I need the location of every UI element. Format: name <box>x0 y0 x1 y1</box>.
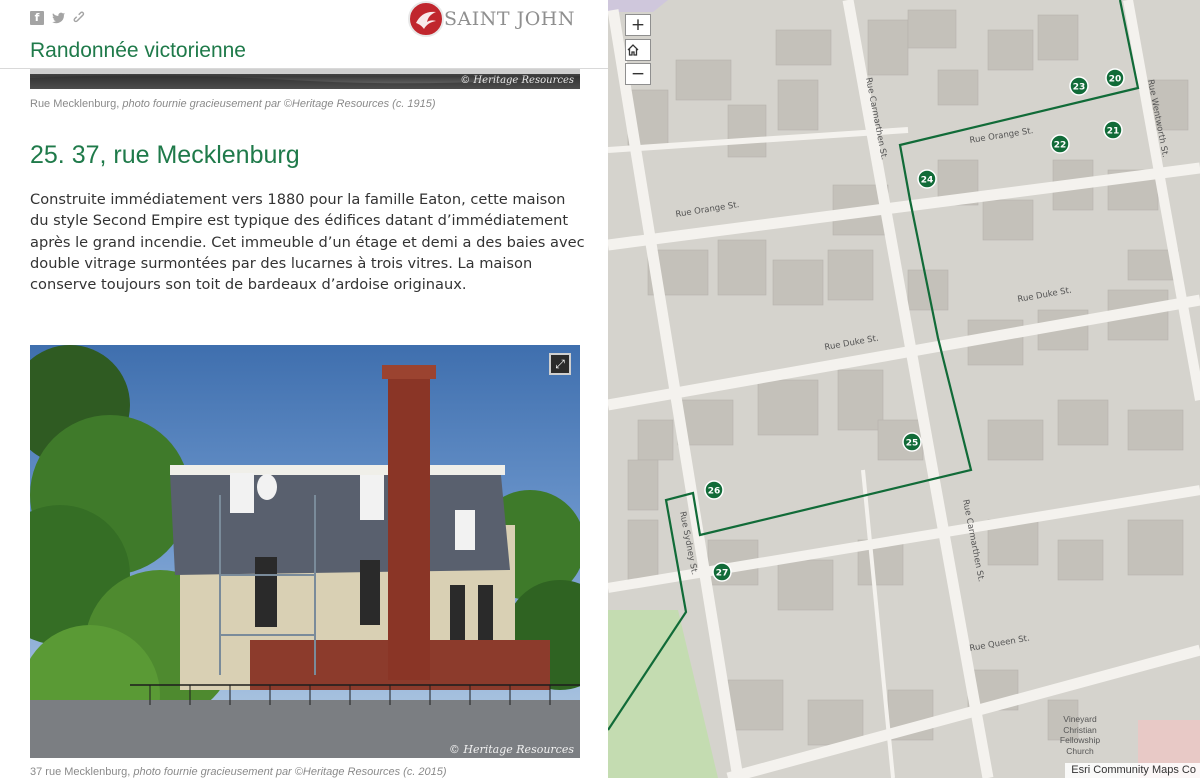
logo-text: SAINT JOHN <box>444 8 575 30</box>
saint-john-logo[interactable]: SAINT JOHN <box>406 0 591 38</box>
svg-text:24: 24 <box>921 176 934 186</box>
stop-marker-21[interactable]: 21 <box>1103 120 1123 140</box>
svg-text:25: 25 <box>906 439 919 449</box>
logo-badge-icon <box>408 1 444 37</box>
photo-credit: © Heritage Resources <box>448 743 574 756</box>
story-panel: f SAINT JOHN Randonnée victorienne © Her… <box>0 0 608 778</box>
house-photo[interactable]: © Heritage Resources <box>30 345 580 758</box>
church-label-line: Christian <box>1063 724 1097 735</box>
church-label-line: Vineyard <box>1063 714 1097 724</box>
stop-marker-24[interactable]: 24 <box>917 169 937 189</box>
stop-marker-26[interactable]: 26 <box>704 480 724 500</box>
caption-main: 37 rue Mecklenburg, <box>30 766 131 778</box>
app-title: Randonnée victorienne <box>30 39 246 62</box>
expand-icon[interactable]: ⤢ <box>549 353 571 375</box>
top-image-credit: © Heritage Resources <box>460 75 574 86</box>
top-historic-image: © Heritage Resources <box>30 68 580 89</box>
stop-marker-22[interactable]: 22 <box>1050 134 1070 154</box>
church-label-line: Fellowship <box>1059 735 1101 745</box>
street-orange-2: Rue Orange St. <box>969 126 1034 146</box>
caption-main: Rue Mecklenburg, <box>30 98 120 110</box>
home-icon[interactable] <box>625 39 651 61</box>
svg-text:23: 23 <box>1073 83 1086 93</box>
caption-credit: photo fournie gracieusement par ©Heritag… <box>133 766 447 778</box>
zoom-in-button[interactable]: + <box>625 14 651 36</box>
svg-text:22: 22 <box>1054 141 1067 151</box>
stop-marker-23[interactable]: 23 <box>1069 76 1089 96</box>
caption-credit: photo fournie gracieusement par ©Heritag… <box>122 98 436 110</box>
svg-text:21: 21 <box>1107 127 1120 137</box>
map-view[interactable]: Rue Orange St. Rue Orange St. Rue Duke S… <box>608 0 1200 778</box>
stop-marker-25[interactable]: 25 <box>902 432 922 452</box>
photo-caption: 37 rue Mecklenburg, photo fournie gracie… <box>30 766 447 778</box>
top-image-caption: Rue Mecklenburg, photo fournie gracieuse… <box>30 98 436 110</box>
church-label-line: Church <box>1066 745 1094 756</box>
header-bar: f SAINT JOHN Randonnée victorienne <box>0 0 608 69</box>
svg-text:20: 20 <box>1109 75 1122 85</box>
map-attribution[interactable]: Esri Community Maps Co <box>1065 763 1200 778</box>
facebook-icon[interactable]: f <box>30 11 44 25</box>
street-duke-2: Rue Duke St. <box>1017 286 1073 305</box>
church-label: Vineyard Christian Fellowship Church <box>1052 714 1108 756</box>
section-description: Construite immédiatement vers 1880 pour … <box>30 191 585 294</box>
svg-text:26: 26 <box>708 487 721 497</box>
stop-marker-27[interactable]: 27 <box>712 562 732 582</box>
svg-text:27: 27 <box>716 569 729 579</box>
link-icon[interactable] <box>73 11 87 25</box>
twitter-icon[interactable] <box>52 11 66 25</box>
stop-marker-20[interactable]: 20 <box>1105 68 1125 88</box>
street-duke-1: Rue Duke St. <box>824 334 880 353</box>
street-queen: Rue Queen St. <box>969 634 1031 654</box>
street-orange-1: Rue Orange St. <box>675 200 740 220</box>
section-title: 25. 37, rue Mecklenburg <box>30 141 300 169</box>
street-carmarthen-2: Rue Carmarthen St. <box>960 499 986 583</box>
zoom-out-button[interactable]: − <box>625 63 651 85</box>
